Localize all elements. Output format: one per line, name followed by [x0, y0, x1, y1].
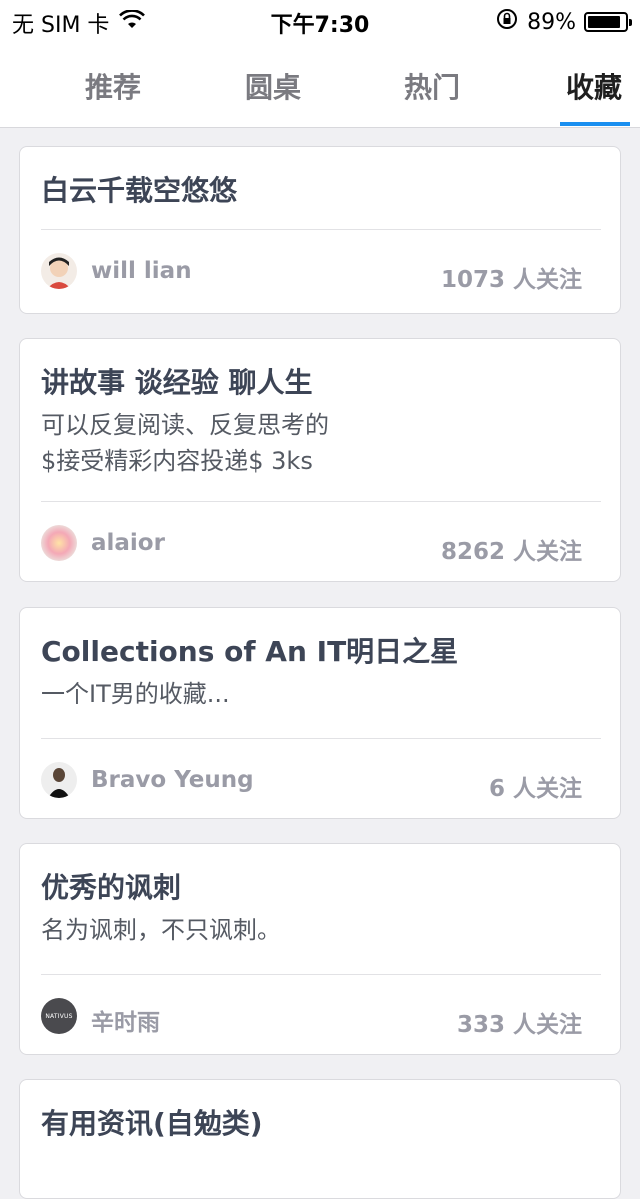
- author-avatar[interactable]: [41, 253, 77, 289]
- author-name[interactable]: will lian: [91, 258, 192, 284]
- follower-count: 333 人关注: [456, 1012, 582, 1038]
- card-divider: [41, 738, 601, 739]
- collection-description: 名为讽刺，不只讽刺。: [41, 916, 281, 944]
- collection-card[interactable]: Collections of An IT明日之星 一个IT男的收藏... Bra…: [19, 607, 621, 819]
- follower-count: 8262 人关注: [440, 539, 582, 565]
- collection-description-line-1: 可以反复阅读、反复思考的: [41, 411, 329, 439]
- battery-percent: 89%: [527, 9, 576, 35]
- card-divider: [41, 501, 601, 502]
- collection-description-line-2: $接受精彩内容投递$ 3ks: [41, 447, 313, 475]
- active-tab-indicator: [560, 122, 630, 126]
- follower-count: 1073 人关注: [440, 267, 582, 293]
- author-avatar[interactable]: [41, 525, 77, 561]
- collection-title: 讲故事 谈经验 聊人生: [41, 366, 313, 399]
- collection-title: 白云千载空悠悠: [41, 174, 238, 207]
- follower-count: 6 人关注: [488, 776, 582, 802]
- battery-icon: [584, 12, 632, 32]
- tab-collections[interactable]: 收藏: [566, 66, 622, 106]
- tab-roundtable[interactable]: 圆桌: [245, 66, 301, 106]
- avatar-logo-text: NATIVUS: [45, 1012, 73, 1020]
- card-divider: [41, 229, 601, 230]
- collection-card[interactable]: 有用资讯(自勉类): [19, 1079, 621, 1199]
- card-divider: [41, 974, 601, 975]
- collection-card[interactable]: 讲故事 谈经验 聊人生 可以反复阅读、反复思考的 $接受精彩内容投递$ 3ks …: [19, 338, 621, 582]
- rotation-lock-icon: [495, 7, 519, 37]
- author-name[interactable]: 辛时雨: [91, 1003, 160, 1037]
- collection-card[interactable]: 优秀的讽刺 名为讽刺，不只讽刺。 NATIVUS 辛时雨 333 人关注: [19, 843, 621, 1055]
- author-name[interactable]: alaior: [91, 530, 165, 556]
- status-bar: 无 SIM 卡 下午7:30 89%: [0, 0, 640, 42]
- author-name[interactable]: Bravo Yeung: [91, 767, 254, 793]
- status-right: 89%: [495, 7, 632, 37]
- tab-bar: 推荐 圆桌 热门 收藏: [0, 42, 640, 128]
- author-avatar[interactable]: [41, 762, 77, 798]
- battery-level: [588, 16, 621, 28]
- collection-card[interactable]: 白云千载空悠悠 will lian 1073 人关注: [19, 146, 621, 314]
- collection-description: 一个IT男的收藏...: [41, 680, 230, 708]
- collection-title: Collections of An IT明日之星: [41, 635, 459, 668]
- author-avatar[interactable]: NATIVUS: [41, 998, 77, 1034]
- collection-title: 有用资讯(自勉类): [41, 1107, 263, 1140]
- tab-hot[interactable]: 热门: [404, 66, 460, 106]
- tab-recommend[interactable]: 推荐: [85, 66, 141, 106]
- collection-title: 优秀的讽刺: [41, 871, 182, 904]
